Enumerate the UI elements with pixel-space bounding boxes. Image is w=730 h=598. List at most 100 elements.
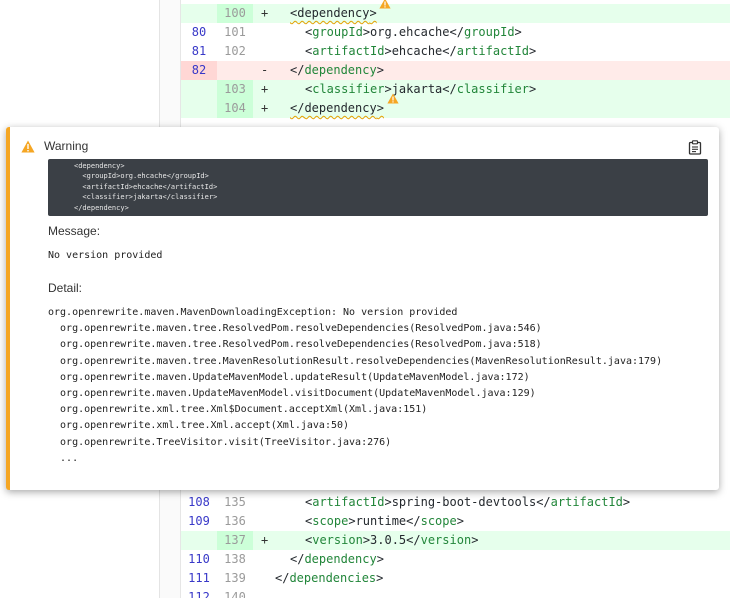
code-text: </ — [290, 63, 305, 77]
code-text: </ — [275, 571, 290, 585]
diff-row: 103 + <classifier>jakarta</classifier> — [181, 80, 730, 99]
stack-trace-line: org.openrewrite.maven.MavenDownloadingEx… — [48, 307, 458, 318]
message-label: Message: — [48, 224, 101, 238]
clipboard-icon — [688, 139, 702, 155]
code-text: dependency — [304, 101, 377, 115]
new-line-number: 101 — [224, 25, 246, 39]
code-text: </ — [290, 101, 305, 115]
diff-row: 110 138 </dependency> — [181, 550, 730, 569]
code-line: </dependency> — [290, 550, 384, 569]
code-text: > — [456, 514, 464, 528]
xml-tag-name: dependency — [304, 552, 377, 566]
new-line-number: 135 — [224, 495, 246, 509]
code-line: <dependency> — [290, 4, 377, 23]
xml-tag-name: scope — [420, 514, 457, 528]
stack-trace-line: ... — [48, 452, 79, 464]
code-text: > — [622, 495, 631, 509]
code-snippet: <dependency> <groupId>org.ehcache</group… — [48, 159, 708, 216]
diff-row: 82 - </dependency> — [181, 61, 730, 80]
xml-tag-name: scope — [312, 514, 349, 528]
code-line: <version>3.0.5</version> — [305, 531, 478, 550]
code-text: >runtime</ — [348, 514, 421, 528]
warning-icon[interactable] — [379, 0, 391, 9]
old-line-number: 111 — [188, 571, 210, 585]
code-line: <artifactId>spring-boot-devtools</artifa… — [305, 493, 630, 512]
old-line-number: 112 — [188, 590, 210, 598]
new-line-number: 138 — [224, 552, 246, 566]
xml-tag-name: groupId — [312, 25, 363, 39]
code-line: <groupId>org.ehcache</groupId> — [305, 23, 522, 42]
diff-row: 137 + <version>3.0.5</version> — [181, 531, 730, 550]
diff-marker: - — [261, 63, 269, 77]
xml-tag-name: artifactId — [456, 44, 529, 58]
diff-marker: + — [261, 6, 269, 20]
old-line-number: 108 — [188, 495, 210, 509]
dialog-title: Warning — [44, 139, 89, 153]
code-text: >org.ehcache</ — [362, 25, 464, 39]
xml-tag-name: classifier — [456, 82, 529, 96]
code-text: dependency — [297, 6, 370, 20]
new-line-number: 102 — [224, 44, 246, 58]
stack-trace-line: org.openrewrite.TreeVisitor.visit(TreeVi… — [48, 436, 392, 448]
code-text: > — [376, 63, 384, 77]
code-text: > — [528, 82, 537, 96]
xml-tag-name: version — [312, 533, 363, 547]
stack-trace-line: org.openrewrite.maven.tree.MavenResoluti… — [48, 355, 663, 367]
xml-tag-name: artifactId — [312, 495, 385, 509]
code-text: > — [471, 533, 479, 547]
old-line-number: 81 — [191, 44, 207, 58]
xml-tag-name: groupId — [463, 25, 515, 39]
old-line-number: 82 — [181, 61, 217, 80]
detail-label: Detail: — [48, 281, 83, 295]
warning-icon[interactable] — [386, 93, 399, 104]
xml-tag-name: dependencies — [289, 571, 377, 585]
diff-row: 112 140 — [181, 588, 730, 598]
xml-tag-name: dependency — [304, 63, 377, 77]
stack-trace: org.openrewrite.maven.MavenDownloadingEx… — [48, 305, 662, 467]
stack-trace-line: org.openrewrite.xml.tree.Xml$Document.ac… — [48, 404, 428, 416]
diff-row: 100 + <dependency> — [181, 0, 730, 23]
code-line: </dependencies> — [275, 569, 383, 588]
copy-button[interactable] — [686, 138, 704, 156]
warning-dialog: Warning <dependency> <groupId>org.ehcach… — [6, 127, 719, 490]
code-text: >ehcache</ — [384, 44, 457, 58]
code-text: >3.0.5</ — [362, 533, 421, 547]
new-line-number: 104 — [217, 99, 253, 118]
stack-trace-line: org.openrewrite.maven.UpdateMavenModel.u… — [48, 371, 530, 383]
diff-row: 104 + </dependency> — [181, 93, 730, 118]
code-text: > — [528, 44, 537, 58]
xml-tag-name: classifier — [312, 82, 385, 96]
code-text: > — [376, 552, 384, 566]
message-text: No version provided — [48, 250, 163, 261]
old-line-number: 80 — [191, 25, 207, 39]
stack-trace-line: org.openrewrite.maven.tree.ResolvedPom.r… — [48, 339, 542, 351]
new-line-number: 136 — [224, 514, 246, 528]
code-line: <artifactId>ehcache</artifactId> — [305, 42, 536, 61]
code-line: <classifier>jakarta</classifier> — [305, 80, 536, 99]
code-line: </dependency> — [290, 61, 384, 80]
code-text: >spring-boot-devtools</ — [384, 495, 551, 509]
code-text: > — [376, 101, 384, 115]
new-line-number: 100 — [217, 4, 253, 23]
code-line: </dependency> — [290, 99, 384, 118]
diff-row: 108 135 <artifactId>spring-boot-devtools</… — [181, 493, 730, 512]
new-line-number: 103 — [217, 80, 253, 99]
new-line-number: 139 — [224, 571, 246, 585]
new-line-number: 140 — [224, 590, 246, 598]
diff-marker: + — [261, 101, 269, 115]
diff-row: 80 101 <groupId>org.ehcache</groupId> — [181, 23, 730, 42]
old-line-number: 109 — [188, 514, 210, 528]
diff-row: 81 102 <artifactId>ehcache</artifactId> — [181, 42, 730, 61]
xml-tag-name: artifactId — [550, 495, 623, 509]
code-line: <scope>runtime</scope> — [305, 512, 464, 531]
code-text: </ — [290, 552, 305, 566]
diff-row: 111 139 </dependencies> — [181, 569, 730, 588]
new-line-number: 137 — [217, 531, 253, 550]
diff-row: 109 136 <scope>runtime</scope> — [181, 512, 730, 531]
diff-marker: + — [261, 82, 269, 96]
diff-marker: + — [261, 533, 269, 547]
xml-tag-name: artifactId — [312, 44, 385, 58]
stack-trace-line: org.openrewrite.maven.tree.ResolvedPom.r… — [48, 323, 542, 335]
stack-trace-line: org.openrewrite.xml.tree.Xml.accept(Xml.… — [48, 420, 350, 432]
warning-icon — [21, 140, 35, 153]
